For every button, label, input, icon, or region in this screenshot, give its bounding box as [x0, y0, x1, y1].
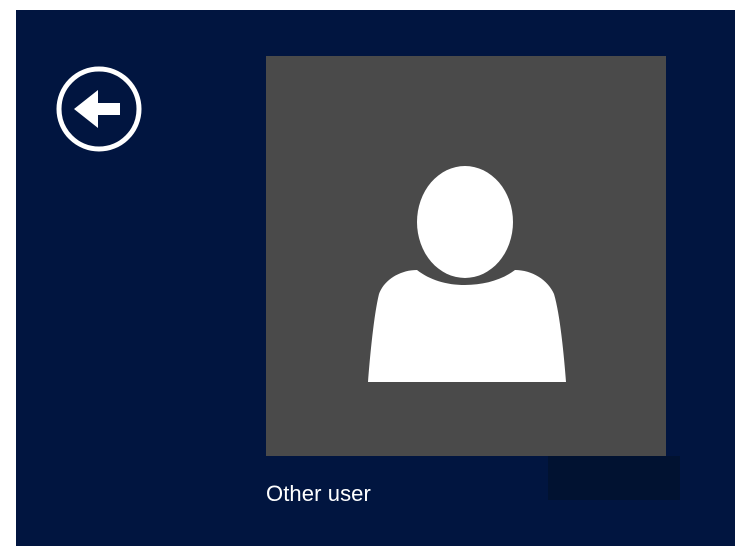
user-name-label: Other user [266, 481, 371, 506]
back-button[interactable] [56, 66, 142, 152]
generic-user-icon [368, 166, 566, 382]
shadow-patch [548, 456, 680, 500]
user-tile[interactable] [266, 56, 666, 456]
back-arrow-icon [56, 66, 142, 152]
login-screen: Other user [16, 10, 735, 546]
